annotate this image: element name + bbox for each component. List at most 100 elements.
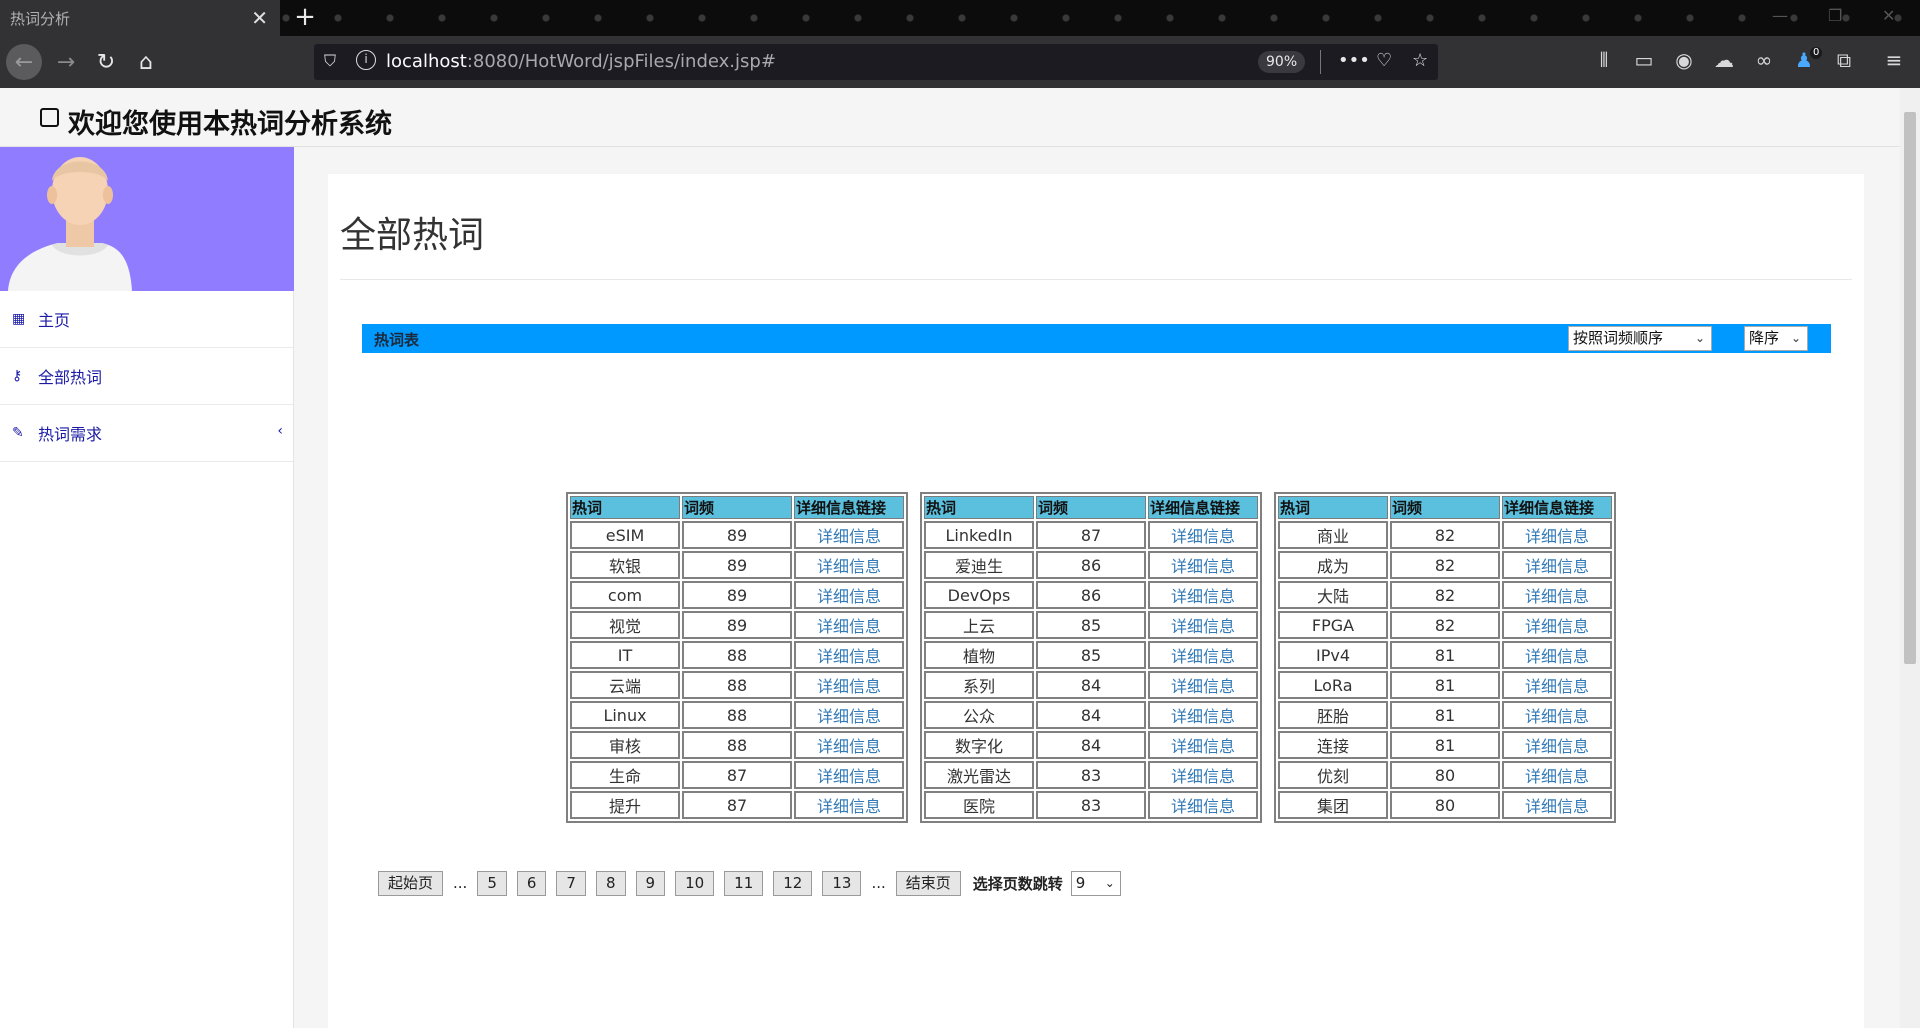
page-number-button[interactable]: 7 [556, 870, 586, 896]
frequency-cell: 84 [1036, 671, 1146, 699]
sidebar-item-all-hotwords[interactable]: ⚷ 全部热词 [0, 348, 293, 405]
checkbox-icon[interactable] [40, 108, 59, 127]
page-number-button[interactable]: 6 [516, 870, 547, 896]
table-row: IPv4 81 详细信息 [1278, 641, 1612, 669]
new-tab-icon[interactable]: + [290, 2, 320, 32]
table-row: 集团 80 详细信息 [1278, 791, 1612, 819]
shield-icon[interactable]: ⛉ [324, 51, 336, 71]
hotword-cell: 云端 [570, 671, 680, 699]
detail-link[interactable]: 详细信息 [817, 617, 881, 636]
home-icon[interactable]: ⌂ [128, 44, 164, 80]
vertical-scrollbar[interactable] [1900, 88, 1920, 1028]
detail-link[interactable]: 详细信息 [1525, 797, 1589, 816]
chevron-down-icon: ⌄ [1790, 331, 1801, 345]
sidebar-item-home[interactable]: ▦ 主页 [0, 291, 293, 348]
extension-cloud-icon[interactable]: ☁ [1710, 48, 1738, 72]
page-number-button[interactable]: 8 [595, 870, 626, 896]
first-page-button[interactable]: 起始页 [378, 870, 444, 896]
detail-link[interactable]: 详细信息 [817, 557, 881, 576]
sort-order-select[interactable]: 降序 ⌄ [1744, 326, 1808, 351]
detail-link-cell: 详细信息 [794, 581, 904, 609]
table-header-row: 热词 词频 详细信息链接 [924, 496, 1258, 519]
detail-link[interactable]: 详细信息 [1525, 617, 1589, 636]
zoom-level[interactable]: 90% [1258, 51, 1306, 73]
scrollbar-thumb[interactable] [1904, 112, 1916, 664]
frequency-cell: 81 [1390, 701, 1500, 729]
table-header-row: 热词 词频 详细信息链接 [1278, 496, 1612, 519]
chevron-left-icon[interactable]: ‹ [277, 423, 283, 439]
detail-link[interactable]: 详细信息 [817, 677, 881, 696]
detail-link[interactable]: 详细信息 [1525, 557, 1589, 576]
tab-close-icon[interactable]: ✕ [251, 6, 268, 30]
detail-link[interactable]: 详细信息 [817, 587, 881, 606]
frequency-cell: 89 [682, 521, 792, 549]
hotword-cell: IPv4 [1278, 641, 1388, 669]
page-jump-select[interactable]: 9 ⌄ [1070, 870, 1121, 896]
browser-tab[interactable]: 热词分析 ✕ [0, 0, 280, 36]
page-number-button[interactable]: 11 [724, 870, 764, 896]
detail-link[interactable]: 详细信息 [1171, 707, 1235, 726]
frequency-cell: 80 [1390, 791, 1500, 819]
minimize-icon[interactable]: — [1772, 6, 1788, 25]
page-number-button[interactable]: 10 [675, 870, 715, 896]
detail-link[interactable]: 详细信息 [1171, 527, 1235, 546]
page-number-button[interactable]: 5 [477, 870, 507, 896]
detail-link[interactable]: 详细信息 [817, 767, 881, 786]
pagination-ellipsis: ... [871, 874, 886, 892]
sort-by-select[interactable]: 按照词频顺序 ⌄ [1568, 326, 1712, 351]
detail-link[interactable]: 详细信息 [817, 647, 881, 666]
reload-icon[interactable]: ↻ [88, 44, 124, 80]
hotword-cell: 胚胎 [1278, 701, 1388, 729]
table-row: 大陆 82 详细信息 [1278, 581, 1612, 609]
table-row: 生命 87 详细信息 [570, 761, 904, 789]
detail-link[interactable]: 详细信息 [1525, 677, 1589, 696]
account-icon[interactable]: ◉ [1670, 48, 1698, 72]
page-number-button[interactable]: 13 [822, 870, 862, 896]
close-window-icon[interactable]: ✕ [1882, 6, 1895, 25]
bookmark-star-icon[interactable]: ☆ [1412, 50, 1428, 71]
detail-link[interactable]: 详细信息 [1525, 767, 1589, 786]
page-number-button[interactable]: 9 [635, 870, 666, 896]
back-arrow-icon[interactable]: ← [6, 44, 42, 80]
menu-hamburger-icon[interactable]: ≡ [1880, 48, 1908, 72]
detail-link[interactable]: 详细信息 [1171, 647, 1235, 666]
detail-link[interactable]: 详细信息 [1525, 527, 1589, 546]
detail-link[interactable]: 详细信息 [1171, 767, 1235, 786]
detail-link-cell: 详细信息 [1148, 551, 1258, 579]
detail-link[interactable]: 详细信息 [817, 737, 881, 756]
hotword-cell: IT [570, 641, 680, 669]
address-bar[interactable]: ⛉ i localhost:8080/HotWord/jspFiles/inde… [314, 44, 1438, 80]
sidebar-toggle-icon[interactable]: ▭ [1630, 48, 1658, 72]
library-icon[interactable]: ⫴ [1590, 48, 1618, 72]
detail-link[interactable]: 详细信息 [1171, 617, 1235, 636]
info-icon[interactable]: i [356, 50, 376, 70]
hotword-table-3: 热词 词频 详细信息链接 商业 82 详细信息 成为 82 详细信息 大陆 82 详细信息 FPGA 82… [1274, 492, 1616, 823]
detail-link[interactable]: 详细信息 [817, 527, 881, 546]
extension-glasses-icon[interactable]: ∞ [1750, 48, 1778, 72]
detail-link[interactable]: 详细信息 [1525, 707, 1589, 726]
detail-link[interactable]: 详细信息 [1171, 587, 1235, 606]
app-header: 欢迎您使用本热词分析系统 [0, 88, 1900, 147]
last-page-button[interactable]: 结束页 [895, 870, 961, 896]
table-row: 视觉 89 详细信息 [570, 611, 904, 639]
hotword-table-1: 热词 词频 详细信息链接 eSIM 89 详细信息 软银 89 详细信息 com 89 详细信息 视觉 8… [566, 492, 908, 823]
url-text[interactable]: localhost:8080/HotWord/jspFiles/index.js… [386, 51, 776, 72]
column-header: 热词 [924, 496, 1034, 519]
detail-link[interactable]: 详细信息 [1525, 737, 1589, 756]
forward-arrow-icon[interactable]: → [48, 44, 84, 80]
detail-link[interactable]: 详细信息 [1171, 797, 1235, 816]
detail-link[interactable]: 详细信息 [1171, 737, 1235, 756]
detail-link[interactable]: 详细信息 [1171, 677, 1235, 696]
detail-link[interactable]: 详细信息 [1525, 587, 1589, 606]
pocket-icon[interactable]: ♡ [1376, 50, 1392, 71]
more-actions-icon[interactable]: ••• [1338, 50, 1370, 71]
detail-link[interactable]: 详细信息 [817, 797, 881, 816]
detail-link[interactable]: 详细信息 [1525, 647, 1589, 666]
page-number-button[interactable]: 12 [773, 870, 813, 896]
frequency-cell: 88 [682, 731, 792, 759]
restore-icon[interactable]: ❐ [1828, 6, 1842, 25]
extension-screenshot-icon[interactable]: ⧉ [1830, 48, 1858, 72]
detail-link[interactable]: 详细信息 [817, 707, 881, 726]
detail-link[interactable]: 详细信息 [1171, 557, 1235, 576]
sidebar-item-hotword-demand[interactable]: ✎ 热词需求 ‹ [0, 405, 293, 462]
